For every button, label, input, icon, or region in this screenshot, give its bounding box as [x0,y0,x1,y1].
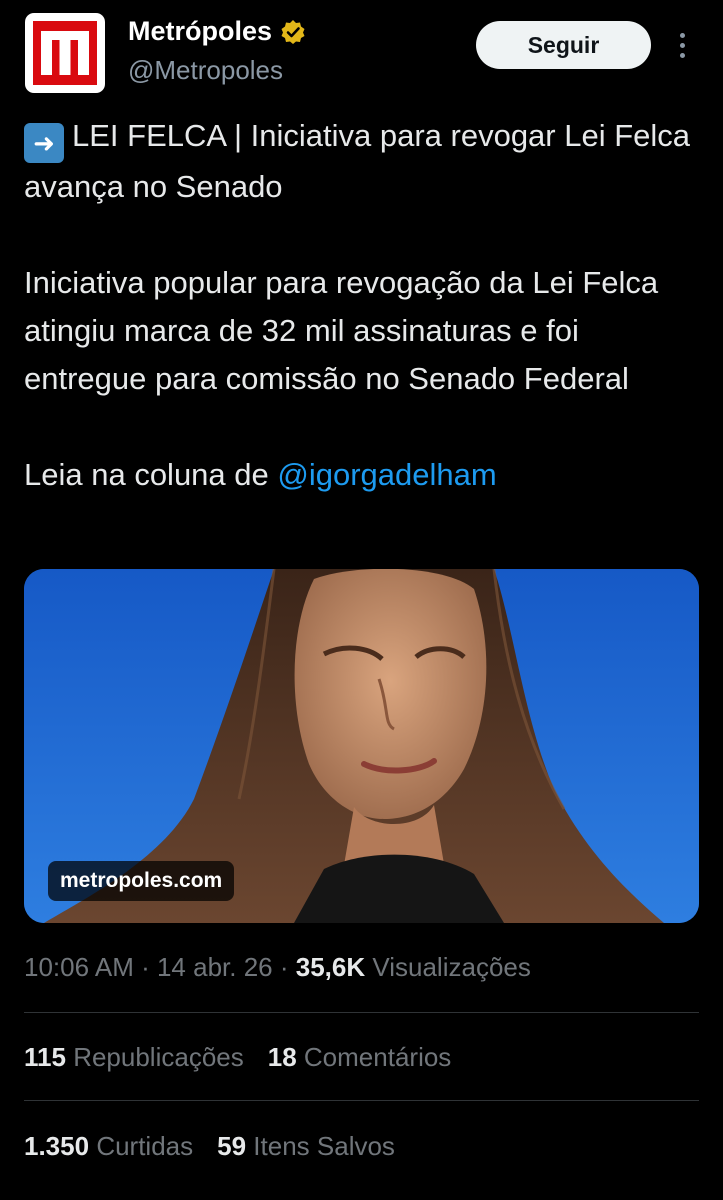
likes-label: Curtidas [96,1131,194,1161]
tweet-text: ➜ LEI FELCA | Iniciativa para revogar Lei… [24,112,704,499]
verified-badge-icon [280,19,306,45]
tweet-headline: ➜ LEI FELCA | Iniciativa para revogar Lei… [24,112,704,211]
tweet-header: Metrópoles @Metropoles Seguir [0,0,723,100]
account-handle[interactable]: @Metropoles [128,55,283,86]
account-name[interactable]: Metrópoles [128,16,272,47]
reposts-count: 115 [24,1042,66,1072]
link-domain-badge[interactable]: metropoles.com [48,861,235,901]
views-count: 35,6K [295,952,366,982]
views-label: Visualizações [372,952,531,982]
tweet-time[interactable]: 10:06 AM [24,952,134,982]
meta-separator: · [272,952,296,982]
reposts-label: Republicações [73,1042,244,1072]
more-vertical-icon[interactable] [674,33,690,61]
metropoles-logo-icon[interactable] [25,13,105,93]
read-prefix: Leia na coluna de [24,457,278,492]
divider [24,1012,699,1013]
tweet-media-image[interactable]: metropoles.com [24,569,699,923]
tweet-meta: 10:06 AM · 14 abr. 26 · 35,6K Visualizaç… [24,952,531,983]
likes-count: 1.350 [24,1131,90,1161]
likes-stat[interactable]: 1.350 Curtidas [24,1131,193,1161]
meta-separator: · [133,952,157,982]
saves-label: Itens Salvos [253,1131,395,1161]
comments-stat[interactable]: 18 Comentários [268,1042,452,1072]
mention-link[interactable]: @igorgadelham [277,457,496,492]
stats-row-likes-saves: 1.350 Curtidas 59 Itens Salvos [24,1131,419,1162]
saves-count: 59 [217,1131,247,1161]
tweet-headline-text: LEI FELCA | Iniciativa para revogar Lei … [24,118,691,204]
stats-row-reposts-comments: 115 Republicações 18 Comentários [24,1042,475,1073]
divider [24,1100,699,1101]
saves-stat[interactable]: 59 Itens Salvos [217,1131,395,1161]
account-name-row[interactable]: Metrópoles [128,16,306,47]
follow-button[interactable]: Seguir [476,21,651,69]
reposts-stat[interactable]: 115 Republicações [24,1042,244,1072]
tweet-read-line: Leia na coluna de @igorgadelham [24,451,704,499]
comments-count: 18 [267,1042,297,1072]
right-arrow-emoji-icon: ➜ [24,123,64,163]
tweet-date[interactable]: 14 abr. 26 [157,952,273,982]
comments-label: Comentários [303,1042,452,1072]
tweet-body: Iniciativa popular para revogação da Lei… [24,265,659,396]
